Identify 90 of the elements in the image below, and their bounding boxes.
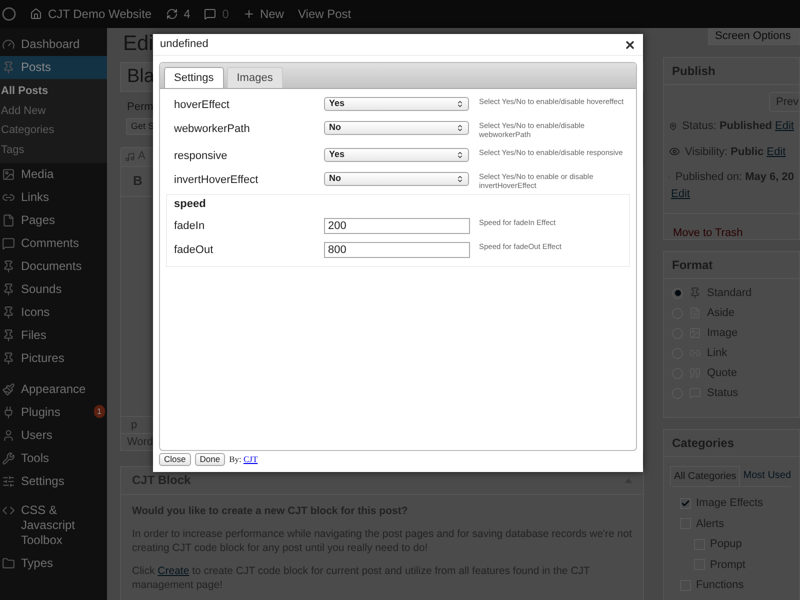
media-icon <box>125 152 135 162</box>
credit-text: By: CJT <box>229 453 258 466</box>
chevrons-icon <box>456 124 464 132</box>
category-tab[interactable]: All Categories <box>670 466 740 486</box>
create-link[interactable]: Create <box>158 564 190 576</box>
field-label: responsive <box>174 149 228 163</box>
sidebar-item[interactable]: Links <box>0 186 107 209</box>
sidebar-item[interactable]: Sounds <box>0 278 107 301</box>
new-link[interactable]: New <box>260 5 284 23</box>
field-label: webworkerPath <box>174 122 251 136</box>
pin-icon <box>669 120 678 132</box>
eye-icon <box>669 146 680 158</box>
input-field[interactable]: 800 <box>324 242 470 258</box>
sidebar-item[interactable]: Documents <box>0 255 107 278</box>
dashboard-icon <box>2 38 15 51</box>
dialog-tab[interactable]: Images <box>226 67 283 88</box>
sidebar-item[interactable]: Settings <box>0 470 107 493</box>
radio-button[interactable] <box>672 288 683 298</box>
comment-icon <box>204 8 216 20</box>
field-label: fadeIn <box>174 219 206 233</box>
sidebar-item[interactable]: Appearance <box>0 378 107 401</box>
dialog-button[interactable]: Close <box>159 453 191 466</box>
field-label: hoverEffect <box>174 98 230 112</box>
home-icon <box>30 8 42 20</box>
edit-link[interactable]: Edit <box>671 186 690 202</box>
sidebar-item[interactable]: Files <box>0 324 107 347</box>
checkbox[interactable] <box>680 498 691 509</box>
refresh-icon <box>166 8 178 20</box>
count-badge: 1 <box>94 405 105 418</box>
close-icon[interactable] <box>624 38 636 50</box>
pin-icon <box>2 352 15 365</box>
submenu-item[interactable]: Add New <box>0 102 107 121</box>
wrench-icon <box>2 452 15 465</box>
comment-count[interactable]: 0 <box>222 5 229 23</box>
category-tab[interactable]: Most Used <box>740 466 794 486</box>
sidebar-item[interactable]: Posts <box>0 56 107 79</box>
select-field[interactable]: Yes <box>324 148 469 162</box>
sidebar-item[interactable]: Plugins 1 <box>0 401 107 424</box>
sidebar-item[interactable]: Tools <box>0 447 107 470</box>
brush-icon <box>2 383 15 396</box>
pin-icon <box>689 287 701 299</box>
edit-link[interactable]: Edit <box>766 144 786 160</box>
chevrons-icon <box>456 175 464 183</box>
chevrons-icon <box>456 151 464 159</box>
pin-icon <box>2 329 15 342</box>
group-title: speed <box>174 198 207 210</box>
pin-icon <box>2 306 15 319</box>
plus-icon <box>242 8 255 20</box>
sidebar-item[interactable]: Media <box>0 163 107 186</box>
sliders-icon <box>2 475 15 488</box>
select-field[interactable]: No <box>324 121 469 135</box>
credit-link[interactable]: CJT <box>243 454 258 464</box>
sidebar-item[interactable]: Types <box>0 552 107 575</box>
sidebar-item[interactable]: Users <box>0 424 107 447</box>
page-icon <box>2 214 15 227</box>
dialog-title: undefined <box>160 37 208 52</box>
pin-icon <box>2 61 15 74</box>
folder-icon <box>2 557 15 570</box>
screen-options-button[interactable]: Screen Options <box>708 28 800 45</box>
trash-link[interactable]: Move to Trash <box>673 227 743 239</box>
sidebar-item[interactable]: Comments <box>0 232 107 255</box>
dialog-button[interactable]: Done <box>194 453 226 466</box>
submenu-item[interactable]: Categories <box>0 121 107 140</box>
field-label: invertHoverEffect <box>174 173 260 187</box>
select-field[interactable]: Yes <box>324 97 469 111</box>
edit-link[interactable]: Edit <box>775 118 794 134</box>
view-post-link[interactable]: View Post <box>298 5 352 23</box>
sidebar-item[interactable]: CSS & Javascript Toolbox <box>0 499 107 552</box>
select-field[interactable]: No <box>324 172 469 186</box>
sidebar-item[interactable]: Dashboard <box>0 33 107 56</box>
media-icon <box>2 168 15 181</box>
comment-icon <box>2 237 15 250</box>
sidebar-item[interactable]: Icons <box>0 301 107 324</box>
user-icon <box>2 429 15 442</box>
logo-icon <box>2 7 16 21</box>
code-icon <box>2 504 15 517</box>
field-label: fadeOut <box>174 243 214 257</box>
sidebar-item[interactable]: Pictures <box>0 347 107 370</box>
site-name[interactable]: CJT Demo Website <box>48 5 152 23</box>
dialog-tab[interactable]: Settings <box>164 67 224 88</box>
pin-icon <box>2 283 15 296</box>
update-count[interactable]: 4 <box>184 5 190 23</box>
pin-icon <box>2 260 15 273</box>
chevrons-icon <box>456 100 464 108</box>
sidebar-item[interactable]: Pages <box>0 209 107 232</box>
submenu-item[interactable]: All Posts <box>0 82 107 102</box>
input-field[interactable]: 200 <box>324 218 470 234</box>
check-icon <box>681 498 690 509</box>
submenu-item[interactable]: Tags <box>0 140 107 160</box>
plug-icon <box>2 406 15 419</box>
